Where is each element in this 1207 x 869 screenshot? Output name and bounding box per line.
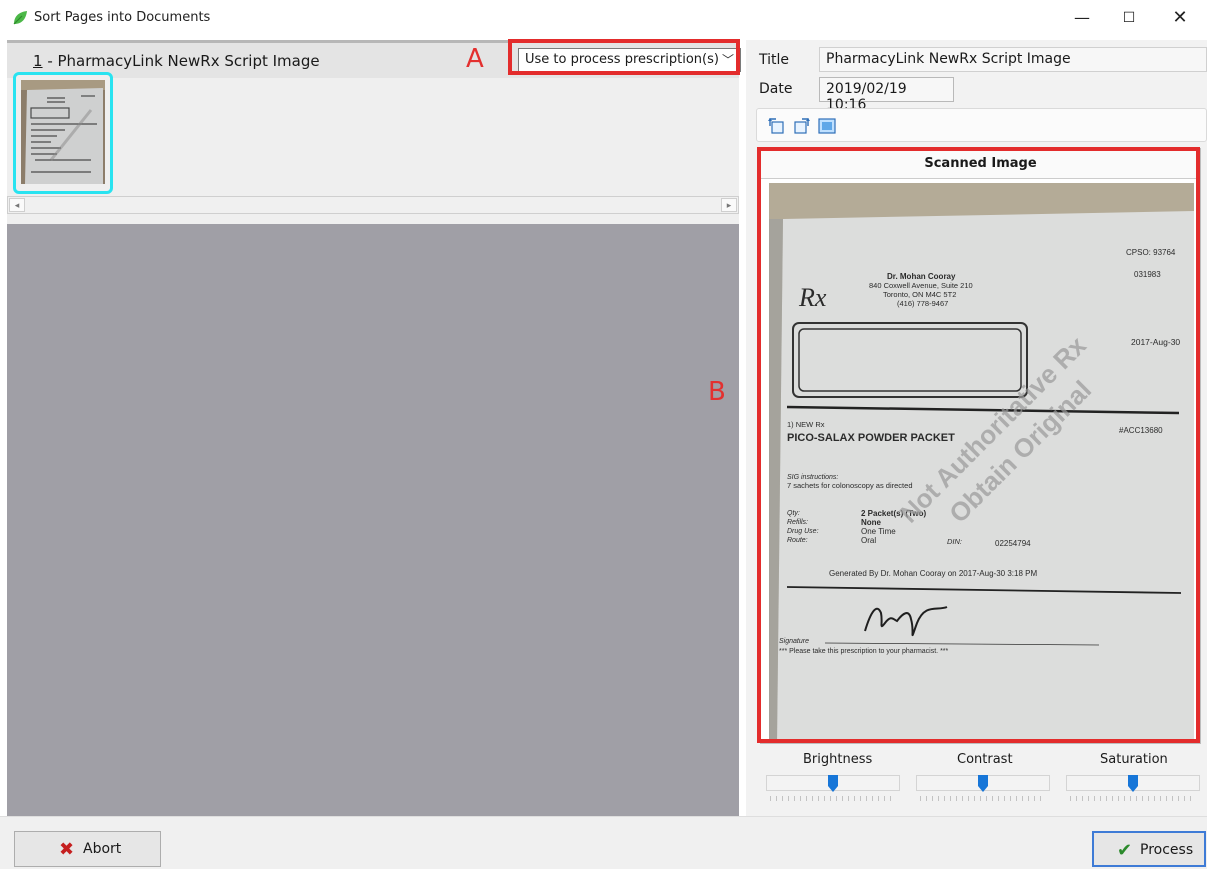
scanned-image-header: Scanned Image	[761, 149, 1200, 179]
rx-qty-label: Qty:	[787, 510, 800, 517]
rx-address1: 840 Coxwell Avenue, Suite 210	[869, 281, 973, 290]
rx-date: 2017-Aug-30	[1131, 337, 1180, 347]
rx-symbol: Rx	[798, 283, 827, 312]
contrast-slider-ticks	[920, 796, 1046, 801]
page-thumbnail[interactable]	[13, 72, 113, 194]
saturation-slider-ticks	[1070, 796, 1196, 801]
contrast-slider[interactable]	[916, 775, 1050, 803]
document-name: - PharmacyLink NewRx Script Image	[42, 52, 320, 70]
scroll-left-arrow-icon[interactable]: ◂	[9, 198, 25, 212]
process-button[interactable]: ✔ Process	[1092, 831, 1206, 867]
rx-druguse-value: One Time	[861, 527, 896, 536]
action-bar: ✖ Abort ✔ Process	[0, 816, 1207, 869]
chevron-down-icon: ﹀	[721, 53, 734, 67]
page-thumbnail-image	[21, 80, 105, 184]
document-drop-area	[7, 224, 739, 816]
brightness-slider[interactable]	[766, 775, 900, 803]
rx-footer-note: *** Please take this prescription to you…	[779, 648, 949, 655]
rotate-right-icon[interactable]	[793, 117, 811, 135]
checkmark-icon: ✔	[1117, 840, 1133, 861]
rotate-left-icon[interactable]	[767, 117, 785, 135]
rx-new: 1) NEW Rx	[787, 420, 825, 429]
rx-phone: (416) 778-9467	[897, 299, 948, 308]
saturation-label: Saturation	[1100, 752, 1168, 767]
rx-din-label: DIN:	[947, 537, 962, 546]
rx-doctor: Dr. Mohan Cooray	[887, 272, 956, 281]
rx-refills-value: None	[861, 518, 882, 527]
rx-cpso: CPSO: 93764	[1126, 248, 1176, 257]
title-field[interactable]: PharmacyLink NewRx Script Image	[819, 47, 1207, 72]
rx-sig-text: 7 sachets for colonoscopy as directed	[787, 481, 913, 490]
window-title: Sort Pages into Documents	[34, 10, 211, 25]
rx-address2: Toronto, ON M4C 5T2	[883, 290, 956, 299]
minimize-button[interactable]: —	[1062, 4, 1102, 32]
contrast-label: Contrast	[957, 752, 1013, 767]
brightness-slider-ticks	[770, 796, 896, 801]
rx-number: 031983	[1134, 270, 1161, 279]
rx-drug: PICO-SALAX POWDER PACKET	[787, 432, 955, 444]
image-adjust-icon[interactable]	[818, 117, 836, 135]
page-thumbnail-strip	[7, 72, 739, 196]
rx-generated: Generated By Dr. Mohan Cooray on 2017-Au…	[829, 569, 1037, 578]
title-label: Title	[759, 52, 790, 68]
close-button[interactable]: ✕	[1160, 4, 1200, 32]
document-purpose-dropdown[interactable]: Use to process prescription(s) ﹀	[518, 48, 741, 72]
date-label: Date	[759, 81, 793, 97]
maximize-button[interactable]: ☐	[1109, 4, 1149, 32]
page-details-panel: Title PharmacyLink NewRx Script Image Da…	[746, 40, 1207, 816]
document-index: 1	[33, 52, 43, 70]
saturation-slider[interactable]	[1066, 775, 1200, 803]
scanned-image-viewer: Scanned Image CPSO: 93764 031983 Rx Dr. …	[760, 148, 1201, 744]
image-toolbar	[756, 108, 1207, 142]
abort-button[interactable]: ✖ Abort	[14, 831, 161, 867]
annotation-label-b: B	[708, 377, 726, 407]
document-title[interactable]: 1 - PharmacyLink NewRx Script Image	[33, 52, 320, 70]
rx-druguse-label: Drug Use:	[787, 528, 819, 535]
rx-route-value: Oral	[861, 536, 876, 545]
leaf-app-icon	[13, 11, 27, 25]
title-bar: Sort Pages into Documents — ☐ ✕	[0, 0, 1207, 38]
strip-spacer	[7, 214, 739, 224]
rx-route-label: Route:	[787, 537, 808, 544]
rx-sig-label: SIG instructions:	[787, 474, 838, 481]
process-button-label: Process	[1140, 842, 1194, 858]
sort-pages-window: Sort Pages into Documents — ☐ ✕ 1 - Phar…	[0, 0, 1207, 869]
date-field[interactable]: 2019/02/19 10:16	[819, 77, 954, 113]
thumbnail-horizontal-scrollbar[interactable]: ◂ ▸	[7, 196, 739, 214]
document-purpose-value: Use to process prescription(s)	[525, 52, 719, 67]
abort-button-label: Abort	[83, 841, 122, 857]
annotation-label-a: A	[466, 44, 484, 74]
x-icon: ✖	[59, 839, 75, 860]
rx-din-value: 02254794	[995, 539, 1031, 548]
brightness-label: Brightness	[803, 752, 873, 767]
rx-refills-label: Refills:	[787, 519, 808, 526]
document-header: 1 - PharmacyLink NewRx Script Image Use …	[7, 40, 741, 78]
rx-reference: #ACC13680	[1119, 426, 1163, 435]
rx-signature-label: Signature	[779, 638, 809, 645]
scroll-right-arrow-icon[interactable]: ▸	[721, 198, 737, 212]
scanned-prescription-image[interactable]: CPSO: 93764 031983 Rx Dr. Mohan Cooray 8…	[769, 183, 1194, 743]
